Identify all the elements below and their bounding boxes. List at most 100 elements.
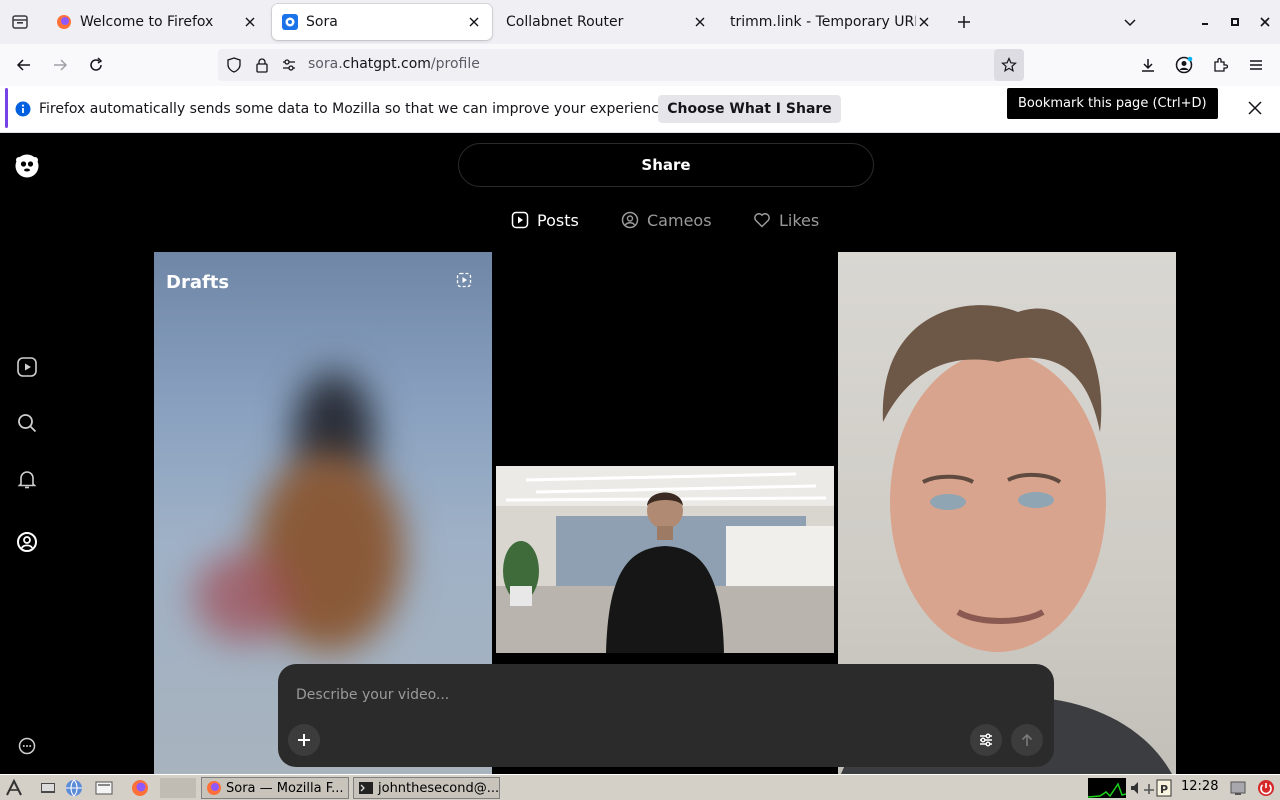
new-tab-button[interactable]	[954, 12, 974, 32]
list-all-tabs-button[interactable]	[1120, 12, 1140, 32]
hamburger-menu-icon	[1250, 60, 1262, 70]
reload-button[interactable]	[86, 55, 106, 75]
url-path: /profile	[430, 56, 480, 72]
maximize-window-button[interactable]	[1226, 12, 1244, 32]
tab-title: Welcome to Firefox	[80, 14, 214, 30]
bookmark-star-button[interactable]	[994, 49, 1024, 81]
firefox-view-button[interactable]	[10, 12, 30, 32]
tab-label: Cameos	[647, 210, 712, 230]
minimize-window-button[interactable]	[1196, 12, 1214, 32]
tab-likes[interactable]: Likes	[753, 209, 819, 231]
info-icon	[15, 101, 31, 117]
app-menu-button[interactable]	[1246, 55, 1266, 75]
back-button[interactable]	[14, 55, 34, 75]
star-icon	[1001, 57, 1017, 73]
submit-button[interactable]	[1011, 724, 1043, 756]
firefox-launcher-icon[interactable]	[130, 778, 150, 798]
share-profile-button[interactable]: Share	[458, 143, 874, 187]
svg-text:P: P	[1160, 783, 1168, 796]
taskbar-window-terminal[interactable]: johnthesecond@...	[353, 777, 500, 799]
close-window-button[interactable]	[1256, 12, 1274, 32]
prompt-composer	[278, 664, 1054, 767]
user-session-icon[interactable]	[1228, 778, 1248, 798]
close-tab-icon[interactable]	[692, 14, 708, 30]
choose-what-i-share-button[interactable]: Choose What I Share	[658, 95, 841, 123]
arrow-up-icon	[1021, 733, 1033, 746]
drafts-label: Drafts	[166, 272, 230, 293]
tracking-protection-icon[interactable]	[226, 57, 242, 73]
office-scene-thumbnail	[496, 466, 834, 653]
arrow-right-icon	[54, 59, 68, 71]
taskbar-clock[interactable]: 12:28	[1181, 779, 1218, 794]
tab-posts[interactable]: Posts	[511, 209, 579, 231]
person-circle-icon	[621, 211, 639, 229]
package-manager-icon[interactable]: P	[1155, 778, 1175, 798]
firefox-view-icon	[12, 15, 28, 29]
reload-icon	[90, 57, 103, 71]
tab-welcome-to-firefox[interactable]: Welcome to Firefox	[46, 4, 268, 40]
tab-title: trimm.link - Temporary URL	[730, 14, 916, 30]
close-notification-icon[interactable]	[1248, 101, 1262, 115]
account-icon	[1175, 56, 1193, 74]
url-host: chatgpt.com	[342, 56, 431, 72]
arrow-left-icon	[16, 59, 30, 71]
minimize-icon	[1202, 23, 1208, 25]
close-tab-icon[interactable]	[916, 14, 932, 30]
firefox-logo-icon	[56, 14, 72, 30]
taskbar-window-firefox[interactable]: Sora — Mozilla F...	[201, 777, 349, 799]
cpu-monitor-graph	[1088, 778, 1126, 798]
web-browser-launcher-icon[interactable]	[64, 778, 84, 798]
tab-collabnet-router[interactable]: Collabnet Router	[496, 4, 718, 40]
search-icon[interactable]	[16, 412, 38, 434]
chevron-down-icon	[1124, 19, 1136, 27]
url-text[interactable]: sora.chatgpt.com/profile	[308, 56, 480, 72]
sliders-icon	[980, 733, 992, 747]
bookmark-tooltip: Bookmark this page (Ctrl+D)	[1007, 88, 1218, 119]
tab-trimm-link[interactable]: trimm.link - Temporary URL	[720, 4, 942, 40]
bell-icon[interactable]	[16, 468, 38, 490]
tab-sora[interactable]: Sora	[272, 4, 492, 40]
close-tab-icon[interactable]	[242, 14, 258, 30]
account-button[interactable]	[1174, 55, 1194, 75]
plus-icon	[298, 734, 310, 746]
tab-label: Posts	[537, 210, 579, 230]
url-subdomain: sora.	[308, 56, 343, 72]
tab-title: Collabnet Router	[506, 14, 624, 30]
sora-favicon-icon	[282, 14, 298, 30]
window-title: Sora — Mozilla F...	[226, 780, 344, 796]
more-icon[interactable]	[16, 735, 38, 757]
sora-profile-page: Share Posts Cameos Likes Drafts	[0, 133, 1280, 774]
tab-label: Likes	[779, 210, 820, 230]
puzzle-icon	[1214, 57, 1228, 72]
describe-video-input[interactable]	[294, 684, 938, 706]
permissions-icon[interactable]	[281, 57, 297, 73]
forward-button[interactable]	[50, 55, 70, 75]
video-icon[interactable]	[16, 356, 38, 378]
show-desktop-icon[interactable]	[38, 778, 58, 798]
navigation-toolbar: sora.chatgpt.com/profile	[0, 44, 1280, 86]
power-icon[interactable]	[1256, 778, 1276, 798]
file-manager-launcher-icon[interactable]	[94, 778, 114, 798]
sora-logo-icon[interactable]	[14, 153, 40, 179]
download-icon	[1142, 59, 1154, 72]
lock-icon[interactable]	[254, 57, 270, 73]
network-icon[interactable]	[1142, 778, 1156, 798]
play-square-icon	[511, 211, 529, 229]
add-media-button[interactable]	[288, 724, 320, 756]
start-menu-icon[interactable]	[4, 778, 24, 798]
close-icon	[1260, 17, 1270, 27]
video-tile-office[interactable]	[496, 466, 834, 653]
close-tab-icon[interactable]	[466, 14, 482, 30]
notification-text: Firefox automatically sends some data to…	[39, 101, 672, 117]
terminal-icon	[359, 782, 373, 794]
settings-button[interactable]	[970, 724, 1002, 756]
notification-accent	[5, 88, 8, 128]
tab-cameos[interactable]: Cameos	[621, 209, 712, 231]
downloads-button[interactable]	[1138, 55, 1158, 75]
empty-launcher-slot[interactable]	[160, 778, 196, 798]
desktop-taskbar: Sora — Mozilla F... johnthesecond@... P …	[0, 774, 1280, 800]
url-bar[interactable]: sora.chatgpt.com/profile	[218, 49, 1024, 81]
profile-icon[interactable]	[16, 531, 38, 553]
extensions-button[interactable]	[1210, 55, 1230, 75]
window-title: johnthesecond@...	[378, 780, 500, 796]
